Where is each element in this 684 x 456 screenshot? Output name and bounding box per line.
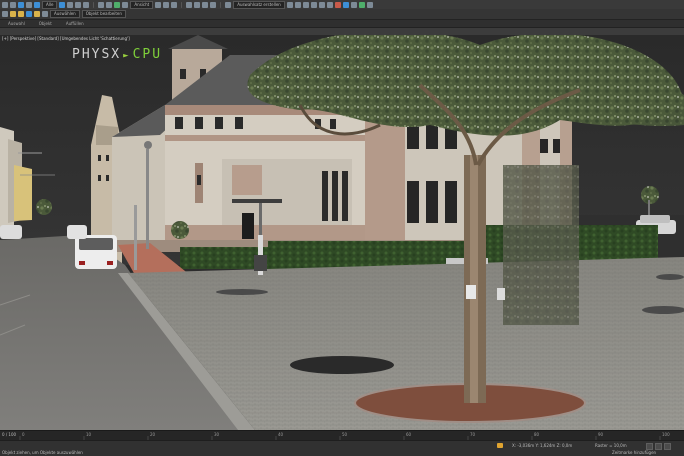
keyboard-shortcut-icon[interactable] bbox=[171, 1, 178, 8]
timeline-tick-label: 10 bbox=[86, 432, 92, 437]
edit-named-selection-icon[interactable] bbox=[225, 1, 232, 8]
render-iterative-icon[interactable] bbox=[366, 1, 373, 8]
folder-icon[interactable] bbox=[10, 11, 16, 17]
create-icon[interactable] bbox=[2, 11, 8, 17]
ribbon-tab-selection[interactable]: Auswahl bbox=[8, 21, 25, 26]
timeline-tick-label: 60 bbox=[406, 432, 412, 437]
timeline-tick-label: 50 bbox=[342, 432, 348, 437]
schematic-view-icon[interactable] bbox=[326, 1, 333, 8]
angle-snap-icon[interactable] bbox=[194, 1, 201, 8]
toolbar-divider bbox=[220, 1, 222, 8]
go-to-end-icon[interactable] bbox=[664, 443, 671, 450]
play-icon[interactable] bbox=[655, 443, 662, 450]
z-coordinate[interactable]: Z: 0,0m bbox=[557, 443, 573, 448]
play-arrow-icon: ► bbox=[123, 51, 131, 61]
move-icon[interactable] bbox=[98, 1, 105, 8]
y-coordinate[interactable]: Y: 1,624m bbox=[535, 443, 555, 448]
select-object-icon[interactable] bbox=[59, 1, 66, 8]
frame-counter: 0 / 100 bbox=[2, 432, 17, 437]
timeline-track[interactable]: 0 10 20 30 40 50 60 70 80 90 100 0 / 100 bbox=[0, 430, 684, 441]
status-bar: Objekt ziehen, um Objekte auszuwählen X:… bbox=[0, 440, 684, 456]
toolbar-divider bbox=[93, 1, 95, 8]
layer-explorer-icon[interactable] bbox=[302, 1, 309, 8]
rectangle-selection-icon[interactable] bbox=[75, 1, 82, 8]
reference-coordinate-dropdown[interactable]: Ansicht bbox=[130, 0, 154, 9]
ribbon-tabs: Auswahl Objekt Auffüllen bbox=[0, 19, 684, 28]
snaps-toggle-icon[interactable] bbox=[186, 1, 193, 8]
redo-icon[interactable] bbox=[10, 1, 16, 8]
settings-icon[interactable] bbox=[42, 11, 48, 17]
select-by-name-icon[interactable] bbox=[67, 1, 74, 8]
ribbon-tab-object[interactable]: Objekt bbox=[39, 21, 52, 26]
project-folder-icon[interactable] bbox=[34, 11, 40, 17]
percent-snap-icon[interactable] bbox=[202, 1, 209, 8]
point-cloud-scene bbox=[0, 35, 684, 430]
physx-label: PHYSX bbox=[72, 47, 122, 62]
status-prompt: Objekt ziehen, um Objekte auszuwählen bbox=[2, 450, 83, 455]
render-setup-icon[interactable] bbox=[342, 1, 349, 8]
physx-mode-label: CPU bbox=[132, 47, 163, 62]
bind-space-warp-icon[interactable] bbox=[34, 1, 40, 8]
timeline-tick-label: 40 bbox=[278, 432, 284, 437]
timeline-tick-label: 70 bbox=[470, 432, 476, 437]
select-manipulate-icon[interactable] bbox=[163, 1, 170, 8]
spinner-snap-icon[interactable] bbox=[210, 1, 217, 8]
toggle-ribbon-icon[interactable] bbox=[310, 1, 317, 8]
workspace-item-2[interactable]: Objekt bearbeiten bbox=[81, 10, 126, 18]
playback-controls bbox=[646, 443, 671, 450]
timeline-tick-label: 30 bbox=[214, 432, 220, 437]
scale-icon[interactable] bbox=[114, 1, 121, 8]
timeline-tick-label: 0 bbox=[22, 432, 25, 437]
save-icon[interactable] bbox=[26, 11, 32, 17]
timeline-tick-label: 100 bbox=[662, 432, 670, 437]
coordinate-readout: X: -3,036m Y: 1,624m Z: 0,0m bbox=[512, 443, 572, 448]
grid-size: Raster = 10,0m bbox=[595, 443, 627, 448]
placement-icon[interactable] bbox=[122, 1, 129, 8]
pivot-center-icon[interactable] bbox=[155, 1, 162, 8]
ribbon-tab-populate[interactable]: Auffüllen bbox=[66, 21, 84, 26]
undo-icon[interactable] bbox=[2, 1, 8, 8]
timeline-tick-label: 80 bbox=[534, 432, 540, 437]
align-icon[interactable] bbox=[294, 1, 301, 8]
rendered-frame-window-icon[interactable] bbox=[350, 1, 357, 8]
main-toolbar: Alle Ansicht Auswahlsatz erstellen bbox=[0, 0, 684, 9]
perspective-viewport[interactable]: [+] [Perspektive] [Standard] [Umgebendes… bbox=[0, 35, 684, 430]
selection-lock-icon[interactable] bbox=[497, 443, 503, 448]
link-icon[interactable] bbox=[18, 1, 24, 8]
named-selection-set-dropdown[interactable]: Auswahlsatz erstellen bbox=[233, 0, 285, 9]
mirror-icon[interactable] bbox=[286, 1, 293, 8]
secondary-toolbar: Auswählen Objekt bearbeiten bbox=[0, 9, 684, 19]
workspace-item-1[interactable]: Auswählen bbox=[50, 10, 80, 18]
add-time-tag-button[interactable]: Zeitmarke hinzufügen bbox=[612, 450, 656, 455]
toolbar-divider bbox=[181, 1, 183, 8]
physx-overlay: PHYSX ► CPU bbox=[72, 47, 162, 62]
timeline-tick-label: 20 bbox=[150, 432, 156, 437]
ribbon-panel-strip bbox=[0, 28, 684, 35]
material-editor-icon[interactable] bbox=[334, 1, 341, 8]
render-production-icon[interactable] bbox=[358, 1, 365, 8]
x-coordinate[interactable]: X: -3,036m bbox=[512, 443, 534, 448]
window-crossing-icon[interactable] bbox=[83, 1, 90, 8]
rotate-icon[interactable] bbox=[106, 1, 113, 8]
timeline-tick-label: 90 bbox=[598, 432, 604, 437]
selection-filter-dropdown[interactable]: Alle bbox=[42, 0, 58, 9]
go-to-start-icon[interactable] bbox=[646, 443, 653, 450]
open-icon[interactable] bbox=[18, 11, 24, 17]
viewport-label[interactable]: [+] [Perspektive] [Standard] [Umgebendes… bbox=[2, 36, 130, 41]
curve-editor-icon[interactable] bbox=[318, 1, 325, 8]
unlink-icon[interactable] bbox=[26, 1, 32, 8]
